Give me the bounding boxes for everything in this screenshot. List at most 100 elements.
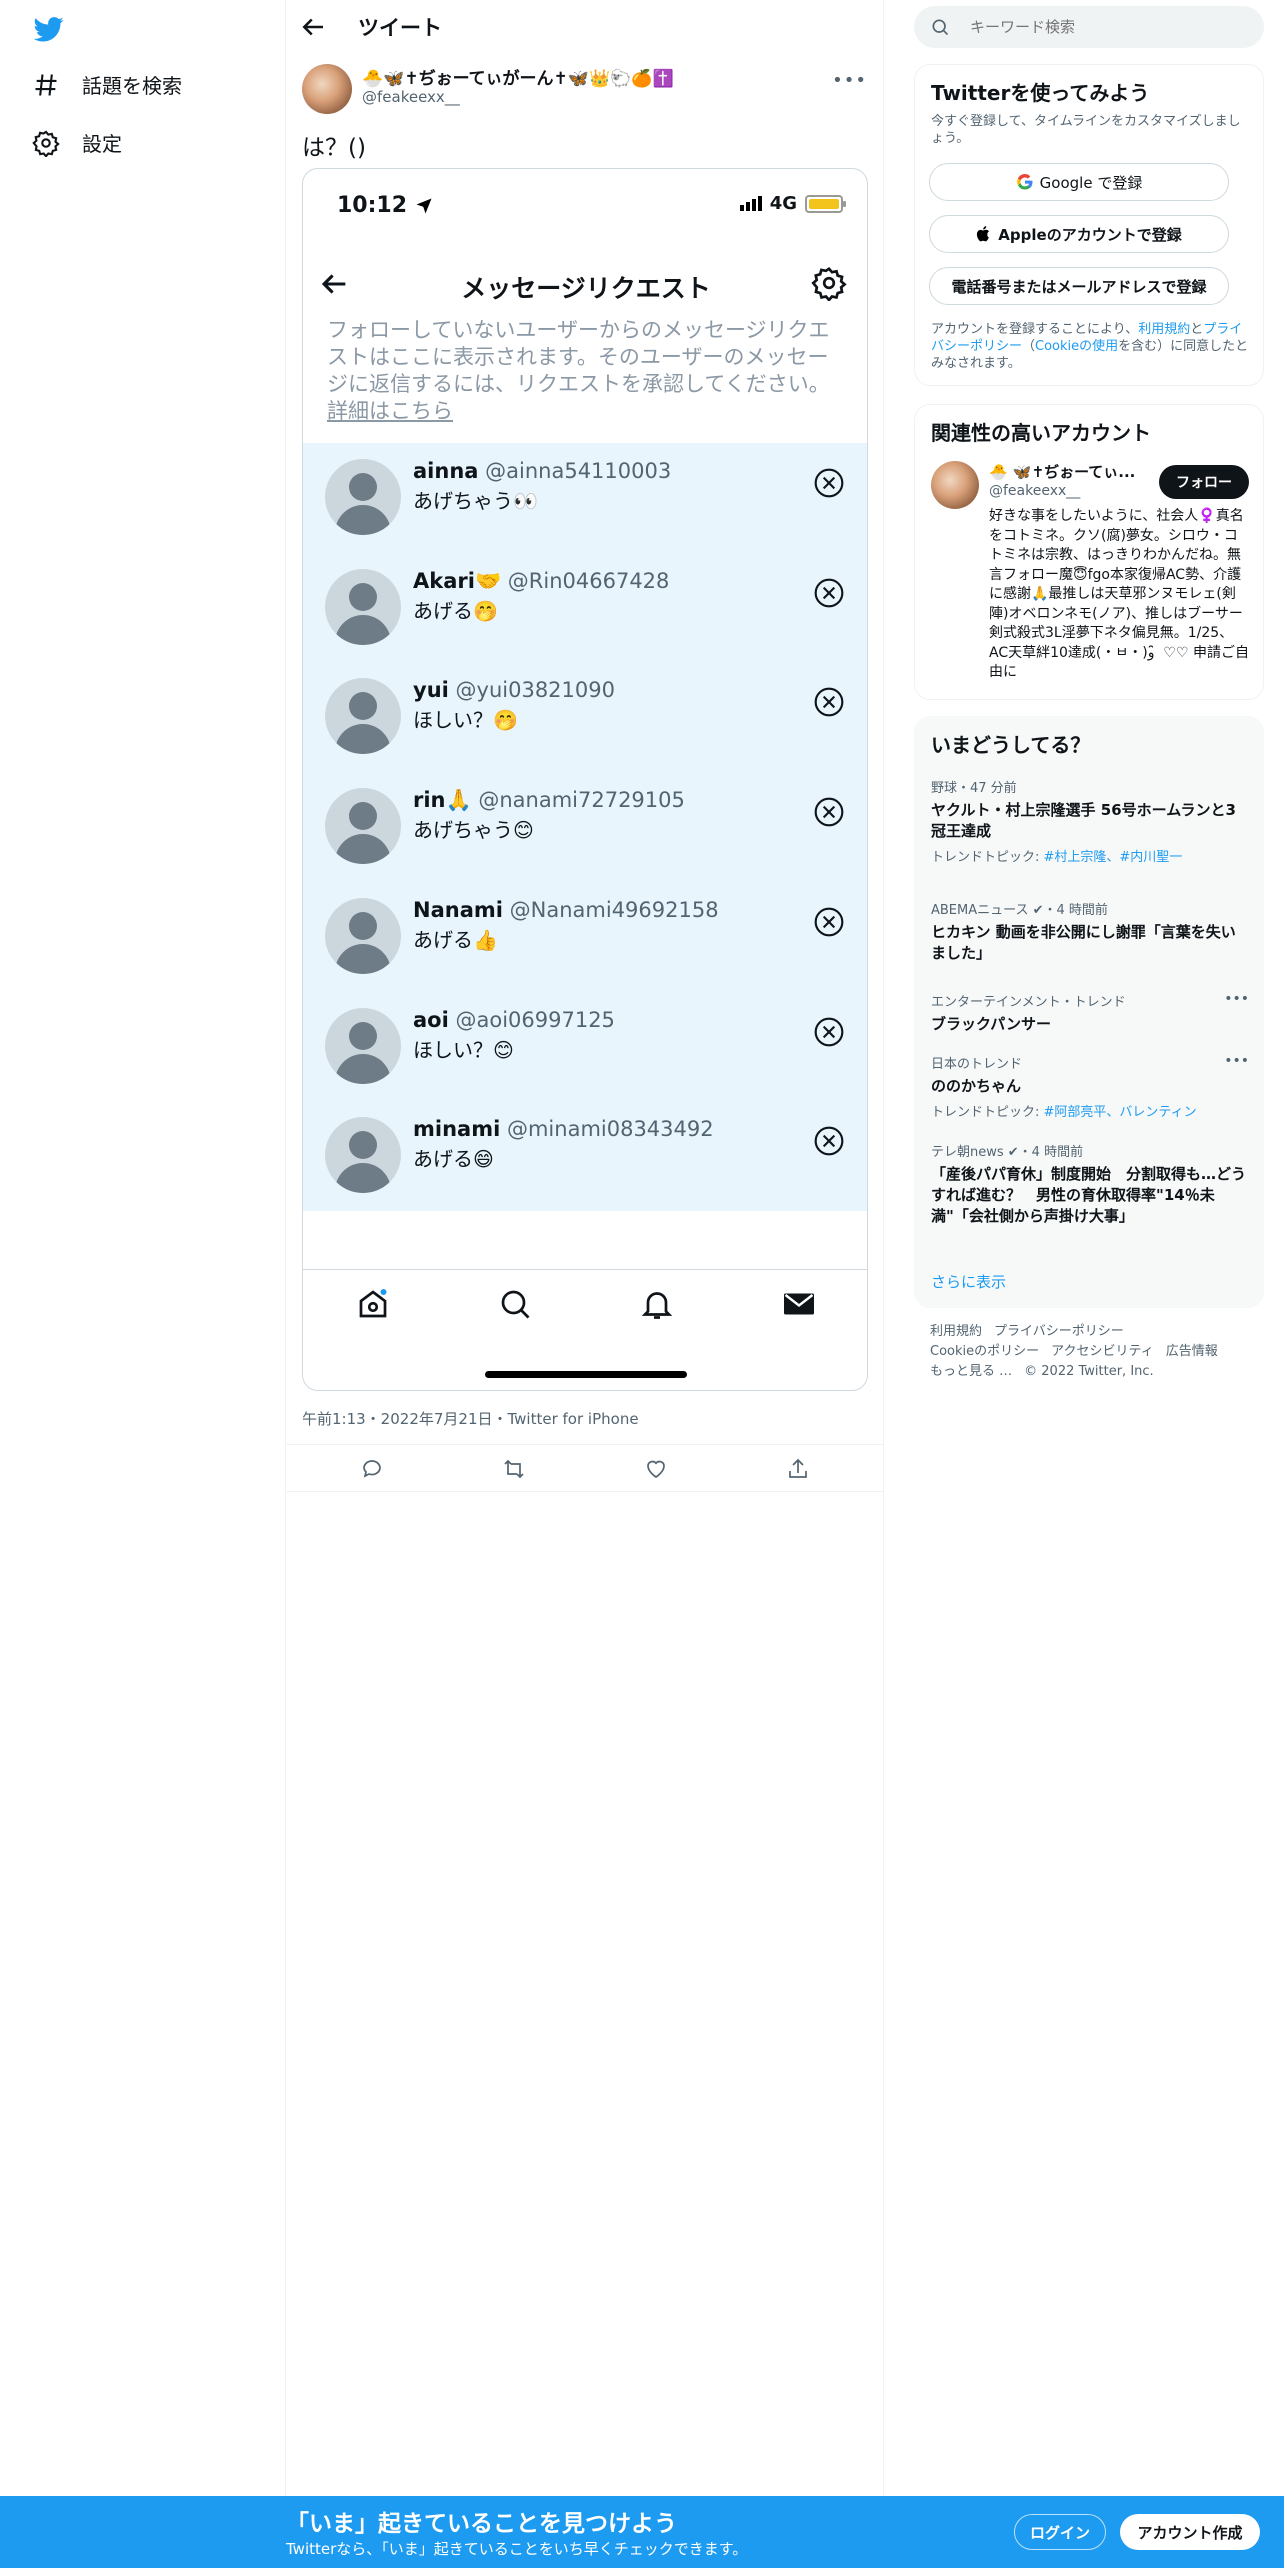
- request-name-line: yui @yui03821090: [413, 678, 615, 702]
- mail-icon: [784, 1293, 814, 1315]
- trend-item[interactable]: 野球・47 分前 ヤクルト・村上宗隆選手 56号ホームランと3冠王達成 トレンドトピ…: [931, 777, 1249, 865]
- signup-terms: アカウントを登録することにより、利用規約とプライバシーポリシー（Cookieの使…: [931, 321, 1249, 372]
- nav-explore[interactable]: 話題を検索: [32, 70, 182, 99]
- google-icon: [1016, 174, 1033, 190]
- request-message: あげる🤭: [413, 598, 498, 623]
- footer-link[interactable]: プライバシーポリシー: [994, 1324, 1124, 1339]
- cookie-link[interactable]: Cookieの使用: [1035, 339, 1118, 354]
- request-list: ainna @ainna54110003 あげちゃう👀 Akari🤝 @Rin046…: [303, 443, 867, 1211]
- main-column: ツイート 🐣🦋✝ぢぉーてぃがーん✝🦋👑🐑🍊✝️ @feakeexx__ ••• …: [286, 0, 884, 2496]
- create-account-button[interactable]: アカウント作成: [1120, 2514, 1260, 2550]
- footer-link[interactable]: 広告情報: [1166, 1344, 1218, 1359]
- home-indicator: [485, 1371, 687, 1378]
- request-message: あげる😄: [413, 1147, 494, 1172]
- trend-item[interactable]: テレ朝news ✔・4 時間前 「産後パパ育休」制度開始 分割取得も…どうすれば進…: [931, 1141, 1249, 1227]
- tweet-text: は？(): [302, 135, 366, 161]
- related-avatar[interactable]: [931, 461, 979, 509]
- phone-email-signup-button[interactable]: 電話番号またはメールアドレスで登録: [929, 267, 1229, 305]
- request-handle: @yui03821090: [455, 678, 615, 703]
- request-message: あげちゃう👀: [413, 489, 538, 513]
- trend-item[interactable]: 日本のトレンド ののかちゃん トレンドトピック: #阿部亮平、バレンティン •••: [931, 1053, 1249, 1120]
- default-avatar-icon: [325, 788, 401, 865]
- trend-meta: エンターテインメント・トレンド: [931, 995, 1126, 1010]
- dismiss-x-icon: [814, 1126, 844, 1156]
- trend-topics-prefix: トレンドトピック:: [931, 1105, 1044, 1120]
- gear-icon: [811, 266, 847, 301]
- request-name-line: minami @minami08343492: [413, 1117, 714, 1141]
- description-text: フォローしていないユーザーからのメッセージリクエストはここに表示されます。そのユ…: [327, 318, 830, 396]
- request-handle: @ainna54110003: [485, 459, 672, 483]
- request-name: Nanami: [413, 897, 503, 922]
- author-handle[interactable]: @feakeexx__: [362, 88, 460, 106]
- trend-item[interactable]: ABEMAニュース ✔・4 時間前 ヒカキン 動画を非公開にし謝罪「言葉を失いまし…: [931, 899, 1249, 964]
- follow-button[interactable]: フォロー: [1159, 465, 1249, 499]
- trend-item[interactable]: エンターテインメント・トレンド ブラックパンサー •••: [931, 991, 1249, 1035]
- share-icon[interactable]: [786, 1457, 810, 1481]
- request-message: あげる👍: [413, 927, 498, 952]
- signal-bars-icon: [739, 196, 762, 211]
- request-row: yui @yui03821090 ほしい？🤭: [303, 662, 867, 771]
- search-icon: [501, 1290, 530, 1319]
- trend-topic-links[interactable]: #阿部亮平、バレンティン: [1044, 1105, 1197, 1120]
- google-signup-button[interactable]: Google で登録: [929, 163, 1229, 201]
- author-avatar[interactable]: [302, 64, 352, 114]
- request-row: rin🙏 @nanami72729105 あげちゃう😊: [303, 772, 867, 881]
- bottom-bar-subtitle: Twitterなら、「いま」起きていることをいち早くチェックできます。: [286, 2540, 748, 2558]
- twitter-logo-icon[interactable]: [32, 14, 66, 44]
- apple-signup-button[interactable]: Appleのアカウントで登録: [929, 215, 1229, 253]
- search-input[interactable]: [970, 14, 1250, 40]
- gear-icon: [32, 130, 60, 157]
- left-navigation: 話題を検索 設定: [0, 0, 286, 2496]
- page-title: ツイート: [358, 16, 442, 40]
- tweet-timestamp[interactable]: 午前1:13・2022年7月21日・Twitter for iPhone: [302, 1408, 639, 1429]
- default-avatar-icon: [325, 459, 401, 535]
- show-more-link[interactable]: さらに表示: [931, 1271, 1006, 1292]
- more-options-icon[interactable]: •••: [832, 70, 867, 91]
- search-bar[interactable]: [914, 6, 1264, 48]
- status-time-text: 10:12: [337, 193, 408, 218]
- network-label: 4G: [769, 193, 797, 214]
- search-icon: [932, 19, 949, 36]
- retweet-icon[interactable]: [502, 1457, 526, 1481]
- back-arrow-icon[interactable]: [298, 12, 328, 42]
- more-options-icon[interactable]: •••: [1224, 991, 1249, 1007]
- footer-link[interactable]: Cookieのポリシー: [930, 1344, 1039, 1359]
- request-handle: @aoi06997125: [455, 1007, 615, 1032]
- related-handle[interactable]: @feakeexx__: [989, 483, 1080, 499]
- related-accounts-card: 関連性の高いアカウント 🐣 🦋✝ぢぉーてぃ... @feakeexx__ フォロ…: [914, 404, 1264, 700]
- trends-title: いまどうしてる？: [931, 733, 1091, 757]
- terms-text: アカウントを登録することにより、: [931, 322, 1139, 337]
- author-name[interactable]: 🐣🦋✝ぢぉーてぃがーん✝🦋👑🐑🍊✝️: [362, 64, 674, 89]
- bell-icon: [641, 1292, 673, 1319]
- tweet-media-image[interactable]: 10:12 4G メッセージリクエスト フォローしていないユーザーからのメッセー…: [302, 168, 868, 1391]
- reply-icon[interactable]: [360, 1457, 384, 1481]
- signup-title: Twitterを使ってみよう: [931, 81, 1150, 105]
- nav-settings-label: 設定: [82, 132, 122, 156]
- heart-icon[interactable]: [644, 1457, 668, 1481]
- footer-links: 利用規約 プライバシーポリシー Cookieのポリシー アクセシビリティ 広告情報もっと…: [930, 1322, 1250, 1382]
- footer-link[interactable]: 利用規約: [930, 1324, 982, 1339]
- more-options-icon[interactable]: •••: [1224, 1053, 1249, 1069]
- footer-link[interactable]: もっと見る …: [930, 1364, 1012, 1379]
- terms-link[interactable]: 利用規約: [1138, 322, 1190, 337]
- request-name: yui: [413, 678, 449, 703]
- terms-and-text: と: [1190, 322, 1204, 337]
- request-handle: @nanami72729105: [478, 788, 685, 813]
- footer-link[interactable]: アクセシビリティ: [1051, 1344, 1154, 1359]
- trend-meta: 日本のトレンド: [931, 1057, 1023, 1072]
- dismiss-x-icon: [814, 1017, 844, 1046]
- related-name[interactable]: 🐣 🦋✝ぢぉーてぃ...: [989, 461, 1139, 482]
- location-arrow-icon: [416, 198, 432, 213]
- trend-topic-links[interactable]: #村上宗隆、#内川聖一: [1044, 850, 1183, 865]
- trend-title: 「産後パパ育休」制度開始 分割取得も…どうすれば進む？ 男性の育休取得率"14％…: [931, 1165, 1247, 1225]
- trend-meta: ABEMAニュース ✔・4 時間前: [931, 903, 1108, 918]
- login-button[interactable]: ログイン: [1014, 2514, 1106, 2550]
- request-name-line: Akari🤝 @Rin04667428: [413, 569, 669, 594]
- trend-title: ブラックパンサー: [931, 1015, 1052, 1033]
- tweet-header: ツイート: [286, 0, 884, 54]
- cookie-open-text: （: [1022, 339, 1036, 354]
- request-row: aoi @aoi06997125 ほしい？😊: [303, 992, 867, 1101]
- trend-meta: 野球・47 分前: [931, 781, 1017, 796]
- nav-settings[interactable]: 設定: [32, 128, 122, 157]
- google-signup-label: Google で登録: [1039, 173, 1143, 192]
